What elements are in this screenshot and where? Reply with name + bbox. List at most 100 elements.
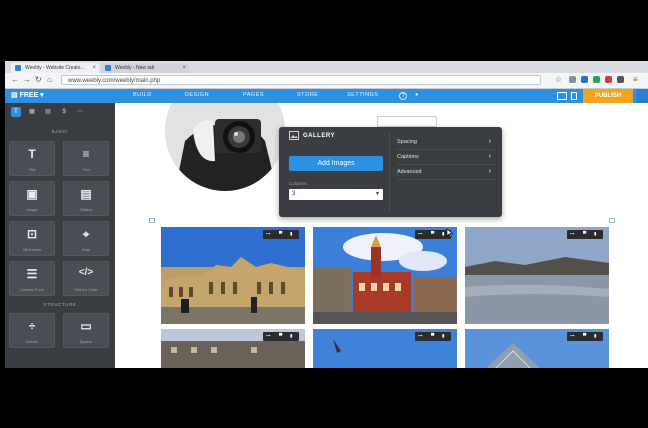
photographer-photo (165, 103, 285, 191)
tab-basic-elements[interactable]: T (11, 107, 21, 117)
extension-icon[interactable] (617, 76, 624, 83)
link-icon[interactable]: ⊶ (266, 231, 271, 237)
browser-tab-label: Weebly - New tab (115, 65, 155, 71)
contact-form-element-tile[interactable]: ☰ Contact Form (9, 261, 55, 296)
close-tab-icon[interactable]: × (182, 63, 186, 73)
delete-icon[interactable]: ▮ (290, 231, 292, 237)
reload-icon[interactable]: ↻ (35, 75, 42, 84)
gallery-photo-river[interactable]: ⊶ ▀ ▮ (465, 227, 609, 324)
browser-tab[interactable]: Weebly - New tab × (101, 63, 189, 73)
screen: Weebly - Website Creato... × Weebly - Ne… (5, 61, 648, 368)
home-icon[interactable]: ⌂ (47, 75, 52, 84)
code-icon: </> (78, 267, 94, 278)
slideshow-element-tile[interactable]: ⊡ Slideshow (9, 221, 55, 256)
forward-icon[interactable]: → (23, 75, 31, 84)
delete-icon[interactable]: ▮ (594, 333, 596, 339)
option-advanced[interactable]: Advanced › (397, 165, 495, 180)
gallery-photo-street[interactable]: ⊶ ▀ ▮ (161, 329, 305, 368)
delete-icon[interactable]: ▮ (290, 333, 292, 339)
gallery-element-tile[interactable]: ▤ Gallery (63, 181, 109, 216)
image-element-tile[interactable]: ▣ Image (9, 181, 55, 216)
account-menu[interactable] (637, 89, 648, 103)
tile-label: Image (26, 207, 38, 212)
link-icon[interactable]: ⊶ (418, 333, 423, 339)
tab-more[interactable]: ⋯ (75, 107, 85, 117)
embed-code-element-tile[interactable]: </> Embed Code (63, 261, 109, 296)
link-icon[interactable]: ⊶ (570, 231, 575, 237)
browser-tab-label: Weebly - Website Creato... (25, 65, 85, 71)
more-icon[interactable]: ● (415, 92, 418, 98)
gallery-photo-sky[interactable]: ⊶ ▀ ▮ (313, 329, 457, 368)
delete-icon[interactable]: ▮ (442, 333, 444, 339)
columns-value: 3 (292, 191, 296, 197)
logo-label: FREE (19, 92, 39, 99)
caption-icon[interactable]: ▀ (431, 333, 434, 338)
map-element-tile[interactable]: ⌖ Map (63, 221, 109, 256)
weebly-logo[interactable]: ▤ FREE ▾ (11, 91, 44, 99)
spacer-element-tile[interactable]: ▭ Spacer (63, 313, 109, 348)
weebly-favicon-icon (15, 65, 21, 71)
columns-select[interactable]: 3 ▼ (289, 189, 383, 200)
menu-design[interactable]: DESIGN (185, 92, 209, 98)
gallery-handle-right[interactable] (609, 218, 615, 223)
caption-icon[interactable]: ▀ (279, 231, 282, 236)
delete-icon[interactable]: ▮ (594, 231, 596, 237)
menu-store[interactable]: STORE (297, 92, 318, 98)
text-element-tile[interactable]: ≡ Text (63, 141, 109, 176)
page-canvas[interactable]: GALLERY Add Images Columns 3 ▼ Spacing ›… (115, 103, 648, 368)
gallery-photo-city-hall[interactable]: ⊶ ▀ ▮ (313, 227, 457, 324)
caption-icon[interactable]: ▀ (431, 231, 434, 236)
tab-media[interactable]: ▤ (43, 107, 53, 117)
menu-settings[interactable]: SETTINGS (347, 92, 379, 98)
close-tab-icon[interactable]: × (92, 63, 96, 73)
link-icon[interactable]: ⊶ (418, 231, 423, 237)
caption-icon[interactable]: ▀ (279, 333, 282, 338)
caption-icon[interactable]: ▀ (583, 333, 586, 338)
page-button-blurred[interactable] (377, 116, 437, 127)
extension-icon[interactable] (581, 76, 588, 83)
elements-sidebar: T ▦ ▤ $ ⋯ BASIC T Title ≡ Text ▣ Image ▤… (5, 103, 115, 368)
url-input[interactable]: www.weebly.com/weebly/main.php (61, 75, 541, 85)
tile-label: Slideshow (22, 247, 42, 252)
spacer-icon: ▭ (80, 319, 92, 333)
extension-icon[interactable] (605, 76, 612, 83)
tab-layout[interactable]: ▦ (27, 107, 37, 117)
divider-icon: ÷ (28, 319, 36, 333)
back-icon[interactable]: ← (11, 75, 19, 84)
title-icon: T (28, 147, 36, 161)
tile-label: Divider (25, 339, 39, 344)
chevron-right-icon: › (488, 138, 491, 145)
gallery-photo-pyramid[interactable]: ⊶ ▀ ▮ (465, 329, 609, 368)
photo-toolbar: ⊶ ▀ ▮ (263, 230, 299, 239)
caption-icon[interactable]: ▀ (583, 231, 586, 236)
tab-commerce[interactable]: $ (59, 107, 69, 117)
photo-toolbar: ⊶ ▀ ▮ (567, 230, 603, 239)
gallery-icon: ▤ (80, 187, 92, 201)
hand-cursor-icon (446, 228, 453, 238)
gallery-photo-louvre[interactable]: ⊶ ▀ ▮ (161, 227, 305, 324)
divider-element-tile[interactable]: ÷ Divider (9, 313, 55, 348)
mobile-view-icon[interactable] (571, 92, 577, 100)
option-spacing[interactable]: Spacing › (397, 135, 495, 150)
link-icon[interactable]: ⊶ (570, 333, 575, 339)
bookmark-star-icon[interactable]: ☆ (555, 75, 562, 84)
chevron-right-icon: › (488, 168, 491, 175)
menu-pages[interactable]: PAGES (243, 92, 264, 98)
add-images-button[interactable]: Add Images (289, 156, 383, 171)
link-icon[interactable]: ⊶ (266, 333, 271, 339)
menu-build[interactable]: BUILD (133, 92, 152, 98)
gallery-handle-left[interactable] (149, 218, 155, 223)
city-hall-photo (313, 227, 457, 324)
browser-menu-icon[interactable]: ≡ (633, 75, 638, 84)
photographer-image[interactable] (165, 103, 285, 191)
desktop-view-icon[interactable] (557, 92, 567, 100)
tile-label: Contact Form (19, 287, 45, 292)
browser-tab-active[interactable]: Weebly - Website Creato... × (11, 63, 99, 73)
help-icon[interactable]: ? (399, 92, 407, 100)
option-captions[interactable]: Captions › (397, 150, 495, 165)
title-element-tile[interactable]: T Title (9, 141, 55, 176)
extension-icon[interactable] (569, 76, 576, 83)
publish-button[interactable]: PUBLISH (583, 89, 633, 103)
extension-icon[interactable] (593, 76, 600, 83)
delete-icon[interactable]: ▮ (442, 231, 444, 237)
